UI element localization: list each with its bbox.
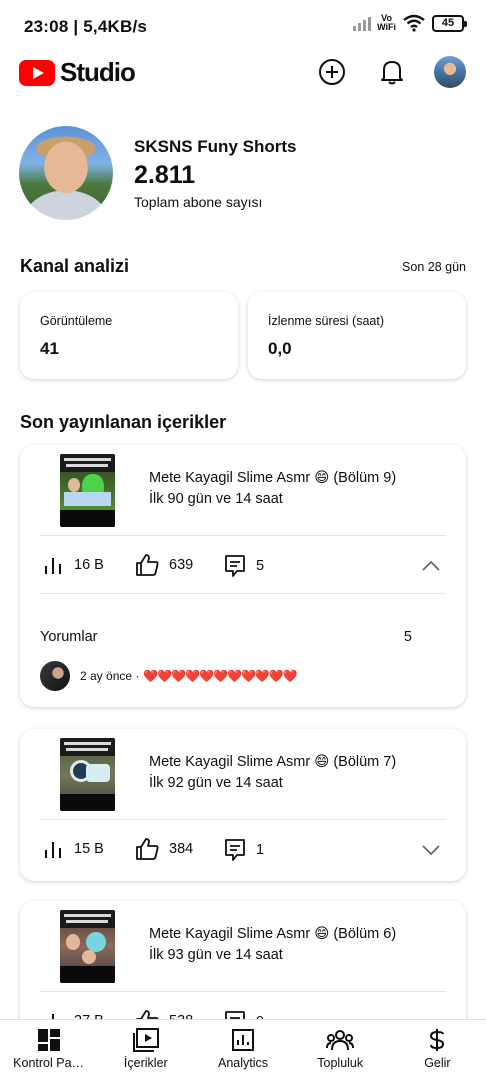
nav-label: Gelir bbox=[424, 1056, 451, 1070]
nav-label: Kontrol Pa… bbox=[13, 1056, 85, 1070]
content-icon bbox=[132, 1028, 159, 1052]
earn-icon bbox=[430, 1029, 445, 1051]
video-thumbnail[interactable] bbox=[60, 738, 115, 811]
app-header: Studio bbox=[0, 52, 486, 92]
nav-dashboard[interactable]: Kontrol Pa… bbox=[0, 1020, 97, 1080]
bottom-nav: Kontrol Pa… İçerikler Analytics Topluluk… bbox=[0, 1019, 486, 1080]
battery-level: 45 bbox=[441, 17, 455, 29]
comments-metric: 5 bbox=[224, 554, 264, 578]
dashboard-icon bbox=[37, 1029, 60, 1051]
analytics-period: Son 28 gün bbox=[402, 260, 466, 274]
chevron-down-icon bbox=[422, 845, 440, 856]
video-thumbnail[interactable] bbox=[60, 910, 115, 983]
chevron-up-icon bbox=[422, 560, 440, 571]
bar-chart-icon bbox=[45, 842, 61, 858]
like-icon bbox=[136, 554, 159, 576]
watch-time-value: 0,0 bbox=[268, 339, 292, 358]
signal-icon bbox=[353, 15, 372, 31]
views-label: Görüntüleme bbox=[40, 314, 113, 328]
comments-metric: 1 bbox=[224, 838, 264, 862]
video-title: Mete Kayagil Slime Asmr 😄 (Bölüm 9) bbox=[149, 470, 397, 486]
comment-icon bbox=[225, 555, 245, 577]
logo-text: Studio bbox=[60, 57, 136, 87]
status-time: 23:08 | 5,4KB/s bbox=[24, 17, 148, 36]
nav-content[interactable]: İçerikler bbox=[97, 1020, 194, 1080]
video-title: Mete Kayagil Slime Asmr 😄 (Bölüm 7) bbox=[149, 754, 397, 770]
watch-time-card[interactable]: İzlenme süresi (saat) 0,0 bbox=[248, 292, 466, 379]
video-subtitle: İlk 90 gün ve 14 saat bbox=[149, 491, 283, 507]
nav-label: Analytics bbox=[217, 1056, 269, 1070]
comments-count: 5 bbox=[256, 558, 265, 574]
nav-label: Topluluk bbox=[317, 1056, 364, 1070]
subscriber-label: Toplam abone sayısı bbox=[134, 194, 263, 210]
comment-time: 2 ay önce · bbox=[80, 669, 140, 683]
account-avatar[interactable] bbox=[434, 56, 466, 88]
nav-community[interactable]: Topluluk bbox=[292, 1020, 389, 1080]
bar-chart-icon bbox=[45, 558, 61, 574]
video-thumbnail[interactable] bbox=[60, 454, 115, 527]
channel-name: SKSNS Funy Shorts bbox=[134, 137, 297, 156]
comments-count: 1 bbox=[256, 842, 265, 858]
commenter-avatar[interactable] bbox=[40, 661, 70, 691]
likes-metric: 639 bbox=[135, 554, 193, 576]
video-title: Mete Kayagil Slime Asmr 😄 (Bölüm 6) bbox=[149, 926, 397, 942]
views-count: 16 B bbox=[74, 557, 104, 573]
wifi-icon bbox=[403, 14, 425, 32]
expand-button[interactable] bbox=[422, 843, 440, 861]
subscriber-count: 2.811 bbox=[134, 161, 196, 189]
video-card[interactable]: Mete Kayagil Slime Asmr 😄 (Bölüm 7) İlk … bbox=[20, 729, 466, 881]
battery-icon: 45 bbox=[432, 14, 467, 32]
analytics-icon bbox=[232, 1029, 254, 1051]
video-card[interactable]: Mete Kayagil Slime Asmr 😄 (Bölüm 9) İlk … bbox=[20, 445, 466, 707]
nav-label: İçerikler bbox=[123, 1056, 168, 1070]
community-icon bbox=[326, 1030, 355, 1051]
plus-circle-icon bbox=[319, 59, 345, 85]
status-bar: 23:08 | 5,4KB/s Vo WiFi 45 bbox=[0, 0, 486, 50]
top-comment[interactable]: 2 ay önce · ❤️❤️❤️❤️❤️❤️❤️❤️❤️❤️❤️ bbox=[80, 669, 298, 683]
nav-earn[interactable]: Gelir bbox=[389, 1020, 486, 1080]
divider bbox=[40, 593, 446, 594]
views-card[interactable]: Görüntüleme 41 bbox=[20, 292, 238, 379]
video-subtitle: İlk 92 gün ve 14 saat bbox=[149, 775, 283, 791]
collapse-button[interactable] bbox=[422, 559, 440, 577]
comment-text: ❤️❤️❤️❤️❤️❤️❤️❤️❤️❤️❤️ bbox=[143, 669, 297, 683]
likes-metric: 384 bbox=[135, 838, 193, 860]
views-metric: 16 B bbox=[44, 556, 104, 574]
views-count: 15 B bbox=[74, 841, 104, 857]
comments-heading: Yorumlar bbox=[40, 629, 98, 645]
divider bbox=[40, 819, 446, 820]
watch-time-label: İzlenme süresi (saat) bbox=[268, 314, 385, 328]
status-icons: Vo WiFi 45 bbox=[353, 13, 467, 32]
vowifi-icon: Vo WiFi bbox=[377, 13, 396, 32]
create-button[interactable] bbox=[316, 56, 348, 88]
comment-icon bbox=[225, 839, 245, 861]
notifications-button[interactable] bbox=[376, 56, 408, 88]
nav-analytics[interactable]: Analytics bbox=[194, 1020, 291, 1080]
channel-avatar bbox=[19, 126, 113, 220]
likes-count: 384 bbox=[169, 841, 194, 857]
studio-logo[interactable]: Studio bbox=[19, 57, 136, 88]
comments-total: 5 bbox=[403, 629, 412, 645]
youtube-logo-icon bbox=[19, 59, 55, 86]
likes-count: 639 bbox=[169, 557, 194, 573]
views-value: 41 bbox=[40, 339, 59, 358]
video-subtitle: İlk 93 gün ve 14 saat bbox=[149, 947, 283, 963]
like-icon bbox=[136, 838, 159, 860]
bell-icon bbox=[381, 61, 403, 85]
analytics-section-title: Kanal analizi bbox=[20, 256, 130, 276]
views-metric: 15 B bbox=[44, 840, 104, 858]
recent-section-title: Son yayınlanan içerikler bbox=[20, 412, 227, 432]
divider bbox=[40, 535, 446, 536]
divider bbox=[40, 991, 446, 992]
